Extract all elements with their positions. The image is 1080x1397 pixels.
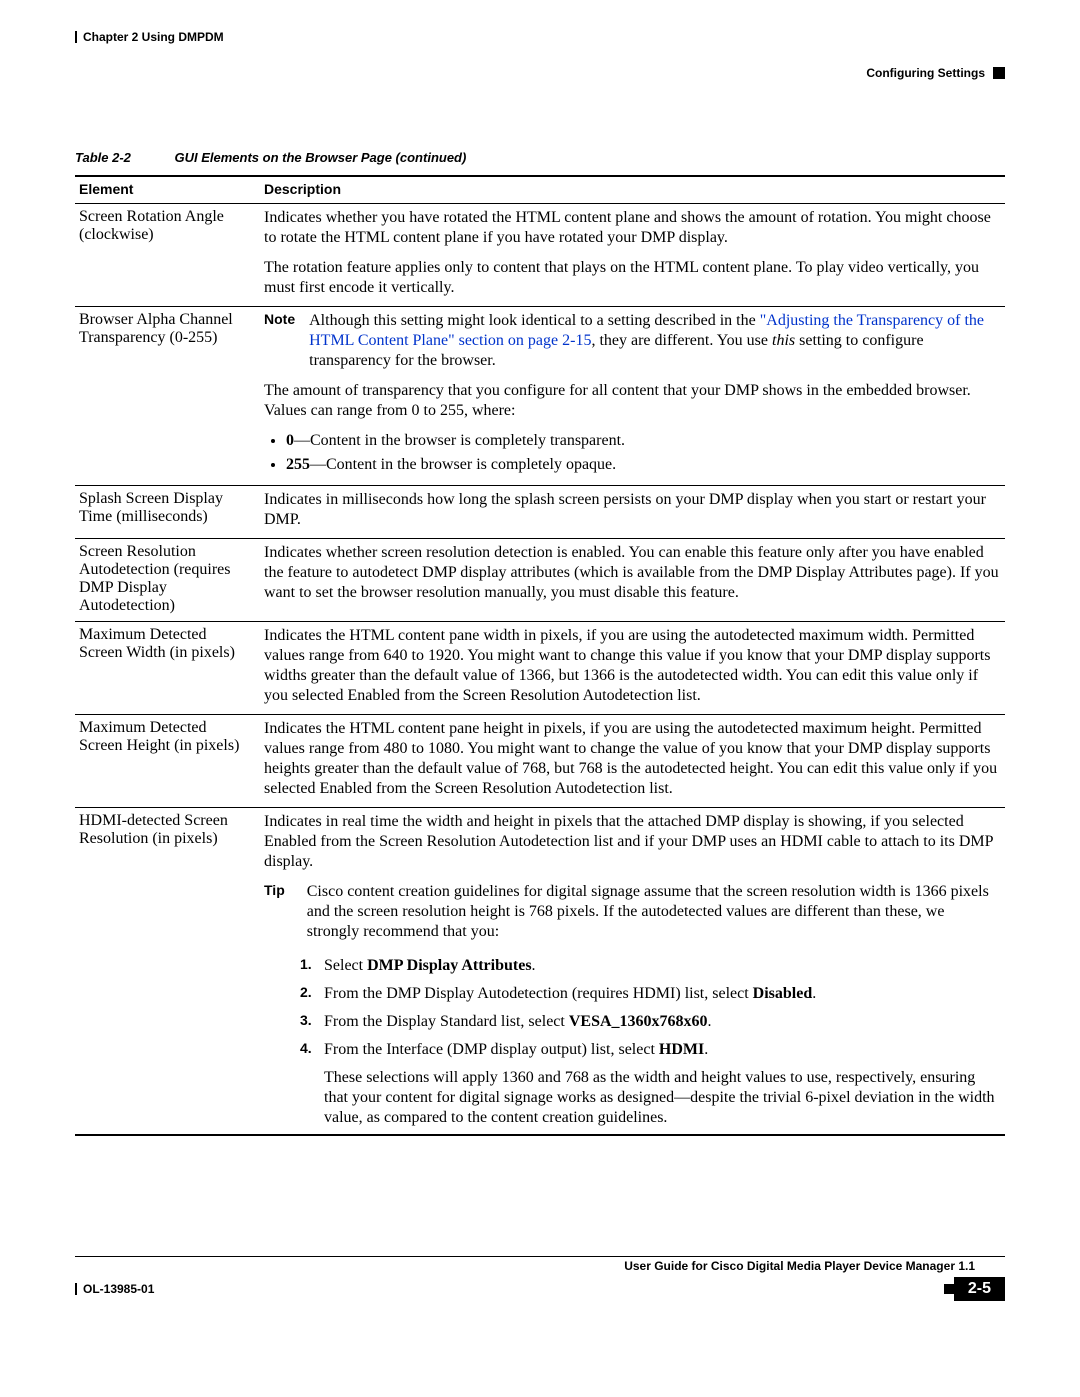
list-item: From the Display Standard list, select V… (264, 1012, 999, 1032)
list-item: Select DMP Display Attributes. (264, 956, 999, 976)
table-number: Table 2-2 (75, 150, 131, 165)
description-cell: Indicates in real time the width and hei… (260, 808, 1005, 1136)
table-title: GUI Elements on the Browser Page (contin… (175, 150, 467, 165)
ordered-steps: Select DMP Display Attributes. From the … (264, 956, 999, 1060)
running-head-row2: Configuring Settings (75, 44, 1005, 80)
note-text: , they are different. You use (591, 332, 772, 349)
table-caption: Table 2-2 GUI Elements on the Browser Pa… (75, 150, 1005, 165)
table-header-row: Element Description (75, 176, 1005, 204)
step-bold: HDMI (659, 1041, 704, 1058)
footer-rule (75, 1256, 1005, 1257)
note-label: Note (264, 311, 295, 371)
step-text: From the Interface (DMP display output) … (324, 1041, 659, 1058)
running-head: Chapter 2 Using DMPDM (75, 30, 1005, 44)
page-number-badge: 2-5 (954, 1277, 1005, 1301)
head-bar-icon (75, 31, 77, 43)
bullet-text: —Content in the browser is completely op… (310, 456, 616, 473)
step-bold: VESA_1360x768x60 (569, 1013, 708, 1030)
page-footer: User Guide for Cisco Digital Media Playe… (75, 1256, 1005, 1301)
bullet-bold: 255 (286, 456, 310, 473)
table-row: Browser Alpha Channel Transparency (0-25… (75, 307, 1005, 486)
step-bold: DMP Display Attributes (367, 957, 531, 974)
element-cell: Screen Resolution Autodetection (require… (75, 539, 260, 622)
header-element: Element (75, 176, 260, 204)
list-item: 255—Content in the browser is completely… (286, 455, 999, 475)
step-text: . (704, 1041, 708, 1058)
footer-square-icon (944, 1284, 954, 1294)
tip-block: Tip Cisco content creation guidelines fo… (264, 882, 999, 942)
tip-body: Cisco content creation guidelines for di… (307, 882, 999, 942)
bullet-list: 0—Content in the browser is completely t… (264, 431, 999, 475)
table-row: Maximum Detected Screen Height (in pixel… (75, 715, 1005, 808)
page-container: Chapter 2 Using DMPDM Configuring Settin… (0, 0, 1080, 1341)
step-trailer: These selections will apply 1360 and 768… (264, 1068, 999, 1128)
paragraph: Indicates whether you have rotated the H… (264, 208, 999, 248)
bullet-text: —Content in the browser is completely tr… (294, 432, 625, 449)
note-body: Although this setting might look identic… (309, 311, 999, 371)
element-cell: Screen Rotation Angle (clockwise) (75, 204, 260, 307)
table-row: Screen Resolution Autodetection (require… (75, 539, 1005, 622)
footer-doc-number: OL-13985-01 (83, 1282, 154, 1296)
note-text: Although this setting might look identic… (309, 312, 760, 329)
step-text: From the DMP Display Autodetection (requ… (324, 985, 753, 1002)
step-text: . (812, 985, 816, 1002)
running-head-right: Configuring Settings (866, 66, 1005, 80)
running-head-left: Chapter 2 Using DMPDM (75, 30, 224, 44)
elements-table: Element Description Screen Rotation Angl… (75, 175, 1005, 1136)
table-row: HDMI-detected Screen Resolution (in pixe… (75, 808, 1005, 1136)
paragraph: Indicates in milliseconds how long the s… (264, 490, 999, 530)
description-cell: Indicates whether you have rotated the H… (260, 204, 1005, 307)
step-text: From the Display Standard list, select (324, 1013, 569, 1030)
paragraph: Indicates the HTML content pane width in… (264, 626, 999, 706)
description-cell: Indicates the HTML content pane height i… (260, 715, 1005, 808)
description-cell: Note Although this setting might look id… (260, 307, 1005, 486)
step-bold: Disabled (753, 985, 813, 1002)
footer-right: 2-5 (944, 1277, 1005, 1301)
paragraph: The rotation feature applies only to con… (264, 258, 999, 298)
paragraph: Indicates in real time the width and hei… (264, 812, 999, 872)
paragraph: The amount of transparency that you conf… (264, 381, 999, 421)
bullet-bold: 0 (286, 432, 294, 449)
paragraph: Indicates the HTML content pane height i… (264, 719, 999, 799)
footer-left: OL-13985-01 (75, 1282, 154, 1296)
description-cell: Indicates in milliseconds how long the s… (260, 486, 1005, 539)
element-cell: Maximum Detected Screen Width (in pixels… (75, 622, 260, 715)
element-cell: Maximum Detected Screen Height (in pixel… (75, 715, 260, 808)
element-cell: Browser Alpha Channel Transparency (0-25… (75, 307, 260, 486)
list-item: From the DMP Display Autodetection (requ… (264, 984, 999, 1004)
step-text: . (708, 1013, 712, 1030)
step-text: Select (324, 957, 367, 974)
step-text: . (532, 957, 536, 974)
list-item: 0—Content in the browser is completely t… (286, 431, 999, 451)
footer-book-title: User Guide for Cisco Digital Media Playe… (75, 1259, 1005, 1273)
footer-bar-icon (75, 1283, 77, 1295)
element-cell: HDMI-detected Screen Resolution (in pixe… (75, 808, 260, 1136)
list-item: From the Interface (DMP display output) … (264, 1040, 999, 1060)
header-description: Description (260, 176, 1005, 204)
table-row: Maximum Detected Screen Width (in pixels… (75, 622, 1005, 715)
element-cell: Splash Screen Display Time (milliseconds… (75, 486, 260, 539)
note-emphasis: this (772, 332, 795, 349)
footer-row: OL-13985-01 2-5 (75, 1277, 1005, 1301)
head-square-icon (993, 67, 1005, 79)
table-row: Splash Screen Display Time (milliseconds… (75, 486, 1005, 539)
table-row: Screen Rotation Angle (clockwise) Indica… (75, 204, 1005, 307)
paragraph: Indicates whether screen resolution dete… (264, 543, 999, 603)
section-label: Configuring Settings (866, 66, 985, 80)
chapter-label: Chapter 2 Using DMPDM (83, 30, 224, 44)
note-block: Note Although this setting might look id… (264, 311, 999, 371)
tip-label: Tip (264, 882, 285, 942)
description-cell: Indicates whether screen resolution dete… (260, 539, 1005, 622)
description-cell: Indicates the HTML content pane width in… (260, 622, 1005, 715)
